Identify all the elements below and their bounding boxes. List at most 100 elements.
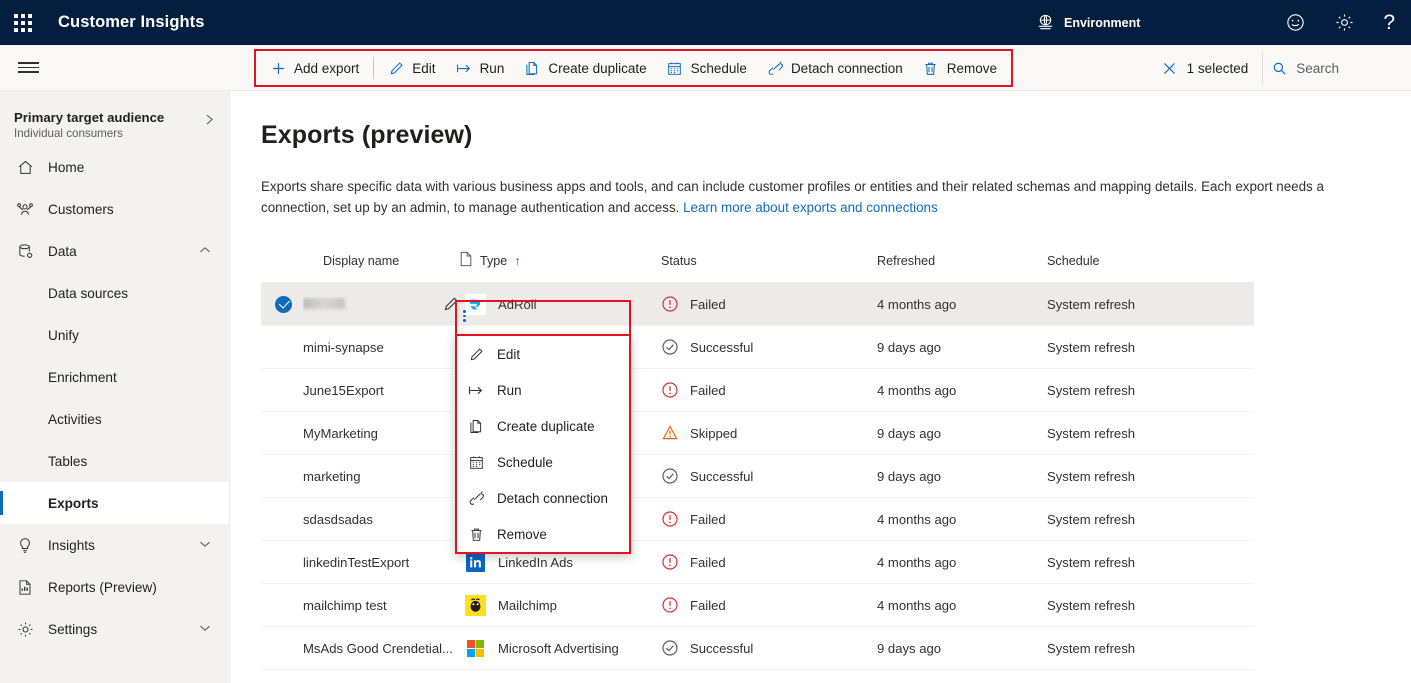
calendar-icon	[468, 454, 484, 470]
success-icon	[661, 639, 679, 657]
sidebar-item-settings[interactable]: Settings	[0, 608, 229, 650]
cell-refreshed: 4 months ago	[877, 511, 957, 527]
status-value: Failed	[690, 597, 726, 613]
context-menu-label: Run	[497, 382, 522, 398]
schedule-button[interactable]: Schedule	[657, 52, 757, 84]
hamburger-menu-icon[interactable]	[0, 45, 56, 91]
column-header-display-name[interactable]: Display name	[261, 254, 459, 268]
detach-connection-button[interactable]: Detach connection	[757, 52, 913, 84]
status-value: Failed	[690, 554, 726, 570]
environment-selector[interactable]: Environment	[1036, 0, 1140, 45]
cell-display-name[interactable]: sdasdsadas	[261, 511, 459, 528]
table-row[interactable]: AdRoll Failed 4 months ago System refres…	[261, 283, 1254, 326]
gear-icon	[16, 620, 34, 638]
status-value: Failed	[690, 511, 726, 527]
chevron-down-icon	[199, 539, 211, 551]
sidebar-item-home[interactable]: Home	[0, 146, 229, 188]
gear-icon[interactable]	[1334, 12, 1355, 33]
audience-title: Primary target audience	[14, 110, 165, 125]
learn-more-link[interactable]: Learn more about exports and connections	[683, 200, 938, 215]
cell-schedule: System refresh	[1047, 382, 1136, 398]
cell-display-name[interactable]: MyMarketing	[261, 425, 459, 442]
primary-target-audience-selector[interactable]: Primary target audience Individual consu…	[0, 91, 229, 146]
smiley-icon[interactable]	[1285, 12, 1306, 33]
cell-status: Skipped	[661, 424, 877, 442]
cell-refreshed: 9 days ago	[877, 339, 942, 355]
search-box[interactable]: Search	[1262, 52, 1347, 84]
context-menu-item-schedule[interactable]: Schedule	[457, 444, 629, 480]
context-menu-item-run[interactable]: Run	[457, 372, 629, 408]
sidebar-item-enrichment[interactable]: Enrichment	[0, 356, 229, 398]
cell-schedule: System refresh	[1047, 296, 1136, 312]
cell-display-name[interactable]: mimi-synapse	[261, 339, 459, 356]
display-name-value	[303, 297, 432, 312]
sidebar-item-data[interactable]: Data	[0, 230, 229, 272]
table-row[interactable]: mailchimp test Mailchimp Failed 4 months…	[261, 584, 1254, 627]
context-menu-label: Schedule	[497, 454, 553, 470]
sidebar-item-activities[interactable]: Activities	[0, 398, 229, 440]
table-row[interactable]: June15Export Failed 4 months ago System …	[261, 369, 1254, 412]
selected-count-label: 1 selected	[1186, 60, 1249, 76]
cell-display-name[interactable]: linkedinTestExport	[261, 554, 459, 571]
column-header-type[interactable]: Type ↑	[459, 251, 661, 270]
remove-button[interactable]: Remove	[913, 52, 1007, 84]
display-name-value: linkedinTestExport	[303, 554, 410, 570]
chevron-down-icon	[199, 623, 211, 635]
sidebar-item-unify[interactable]: Unify	[0, 314, 229, 356]
context-menu-item-edit[interactable]: Edit	[457, 336, 629, 372]
sidebar-item-data-sources[interactable]: Data sources	[0, 272, 229, 314]
add-export-button[interactable]: Add export	[260, 52, 369, 84]
question-mark-icon[interactable]: ?	[1383, 11, 1395, 35]
cell-display-name[interactable]: June15Export	[261, 382, 459, 399]
context-menu-item-detach-connection[interactable]: Detach connection	[457, 480, 629, 516]
create-duplicate-button[interactable]: Create duplicate	[514, 52, 656, 84]
cell-status: Successful	[661, 639, 877, 657]
cell-display-name[interactable]: mailchimp test	[261, 597, 459, 614]
sort-ascending-icon: ↑	[514, 253, 521, 268]
row-checkbox[interactable]	[275, 295, 292, 313]
cell-status: Failed	[661, 381, 877, 399]
sidebar-item-tables[interactable]: Tables	[0, 440, 229, 482]
audience-subtitle: Individual consumers	[14, 127, 123, 140]
sidebar-item-reports[interactable]: Reports (Preview)	[0, 566, 229, 608]
table-row[interactable]: MyMarketing Marketing (Out Skipped 9 day…	[261, 412, 1254, 455]
error-icon	[661, 295, 679, 313]
globe-icon	[1036, 13, 1055, 32]
pencil-icon[interactable]	[443, 296, 459, 312]
table-row[interactable]: sdasdsadas Failed 4 months ago System re…	[261, 498, 1254, 541]
sidebar-item-customers[interactable]: Customers	[0, 188, 229, 230]
edit-button[interactable]: Edit	[378, 52, 445, 84]
cell-schedule: System refresh	[1047, 554, 1136, 570]
trash-icon	[468, 526, 484, 542]
left-navigation: Primary target audience Individual consu…	[0, 91, 230, 683]
add-export-label: Add export	[294, 60, 360, 76]
clear-selection-button[interactable]: 1 selected	[1154, 52, 1263, 84]
cell-display-name[interactable]: marketing	[261, 468, 459, 485]
table-row[interactable]: marketing Marketing (Out Successful 9 da…	[261, 455, 1254, 498]
search-icon	[1271, 60, 1287, 76]
app-launcher-icon[interactable]	[0, 0, 46, 45]
context-menu-item-remove[interactable]: Remove	[457, 516, 629, 552]
table-row[interactable]: linkedinTestExport LinkedIn Ads Failed 4…	[261, 541, 1254, 584]
top-brand-bar: Customer Insights Environment ?	[0, 0, 1411, 45]
status-value: Failed	[690, 296, 726, 312]
sidebar-label: Tables	[48, 453, 88, 469]
sidebar-item-insights[interactable]: Insights	[0, 524, 229, 566]
edit-label: Edit	[412, 60, 436, 76]
run-button[interactable]: Run	[446, 52, 515, 84]
table-row[interactable]: MsAds Good Crendetial... Microsoft Adver…	[261, 627, 1254, 670]
status-value: Successful	[690, 339, 754, 355]
cell-type: Mailchimp	[459, 594, 661, 616]
context-menu-item-create-duplicate[interactable]: Create duplicate	[457, 408, 629, 444]
cell-status: Failed	[661, 295, 877, 313]
more-vertical-icon[interactable]	[463, 310, 466, 322]
cell-display-name[interactable]: MsAds Good Crendetial...	[261, 640, 459, 657]
row-context-menu: Edit Run Create duplicate Schedule Detac…	[455, 334, 631, 554]
column-header-refreshed[interactable]: Refreshed	[877, 254, 1047, 268]
table-row[interactable]: mimi-synapse Analytics Successful 9 days…	[261, 326, 1254, 369]
sidebar-item-exports[interactable]: Exports	[0, 482, 229, 524]
column-header-schedule[interactable]: Schedule	[1047, 254, 1192, 268]
status-value: Failed	[690, 382, 726, 398]
cell-display-name[interactable]	[261, 295, 459, 313]
column-header-status[interactable]: Status	[661, 254, 877, 268]
